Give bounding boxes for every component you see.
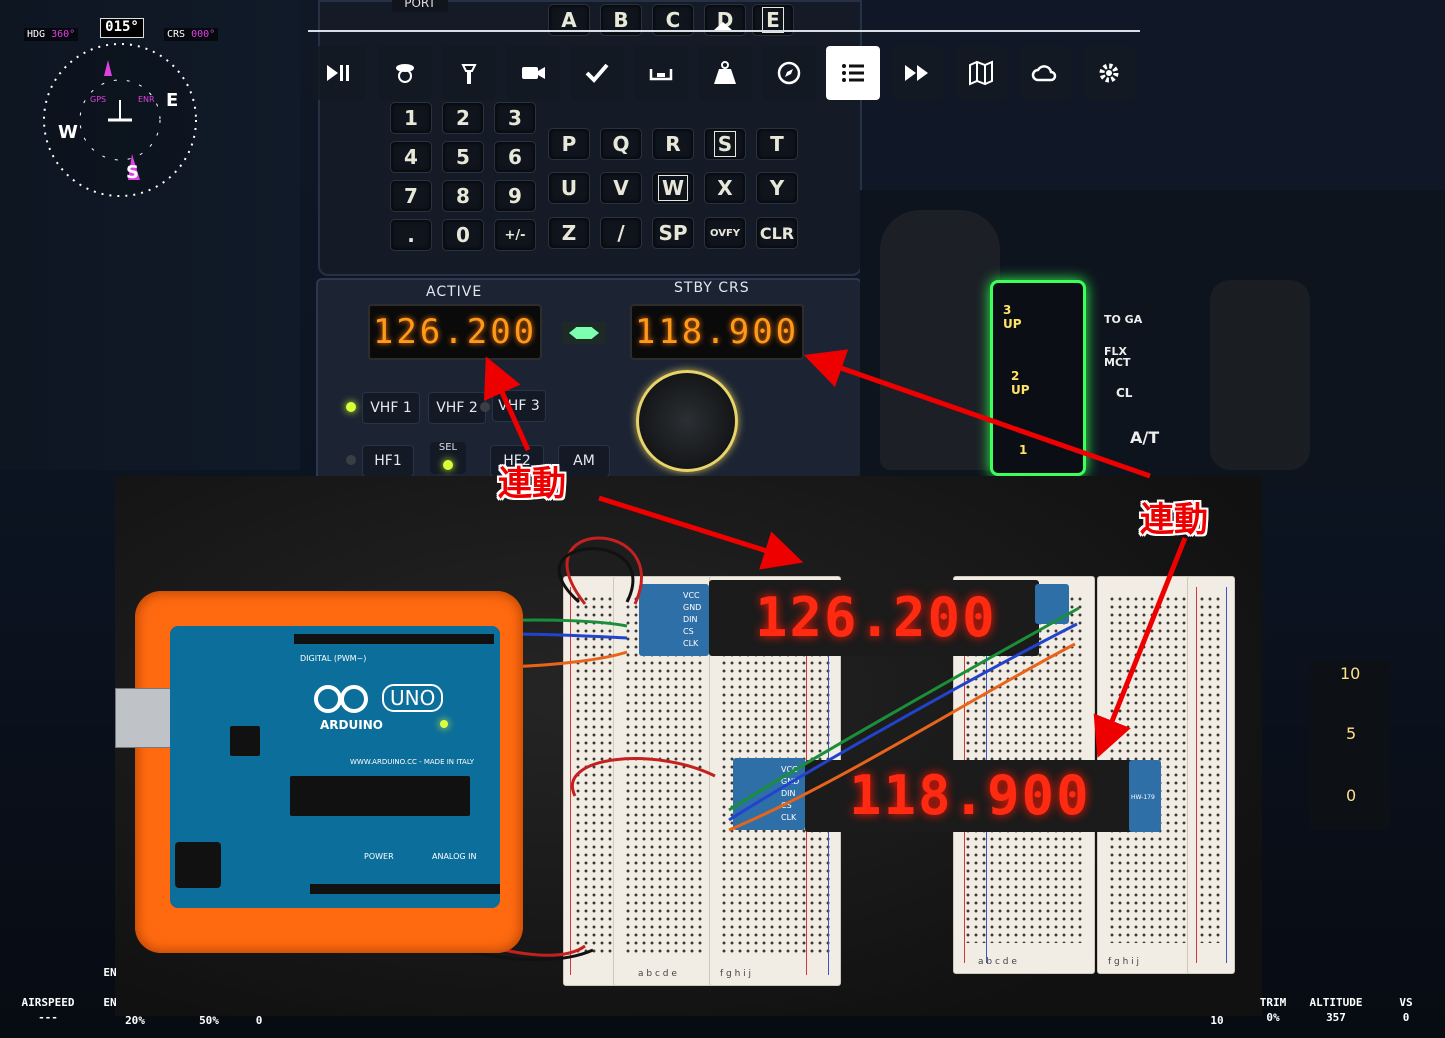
vs-value: 0 [1402,1011,1410,1024]
altitude-label: ALTITUDE [1309,996,1363,1009]
trim-left-value: 10 [1210,1014,1224,1027]
engine-label: EN [103,996,117,1009]
frequency-link-arrows [484,349,1151,479]
trim-label: TRIM [1259,996,1287,1009]
airspeed-label: AIRSPEED [21,996,75,1009]
altitude-readout: ALTITUDE 357 [1304,996,1368,1024]
altitude-value: 357 [1326,1011,1346,1024]
trim-value: 0% [1266,1011,1280,1024]
airspeed-value: --- [38,1011,58,1024]
engine-value-3: 0 [255,1014,263,1027]
airspeed-readout: AIRSPEED --- [16,996,80,1024]
engine-value-2: 50% [199,1014,219,1027]
sync-callout-left: 連動 [498,464,566,504]
vs-label: VS [1399,996,1413,1009]
engine-value-1: 20% [125,1014,145,1027]
trim-readout: TRIM 0% [1258,996,1288,1024]
sync-callout-right: 連動 [1140,500,1208,540]
engine-label-top: EN [103,966,117,979]
vs-readout: VS 0 [1392,996,1420,1024]
